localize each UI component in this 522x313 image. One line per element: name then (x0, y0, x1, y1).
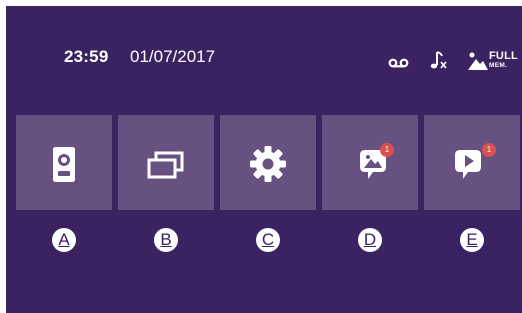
ringtone-mute-icon (429, 50, 449, 77)
tile-photo-messages[interactable]: 1 (322, 115, 418, 210)
photo-messages-badge: 1 (380, 143, 394, 157)
label-d[interactable]: D (358, 228, 382, 252)
label-e[interactable]: E (460, 228, 484, 252)
voicemail-icon (388, 56, 410, 74)
label-b[interactable]: B (154, 228, 178, 252)
status-bar: 23:59 01/07/2017 FULL MEM. (6, 46, 522, 72)
clock-date: 01/07/2017 (130, 47, 216, 66)
label-a[interactable]: A (52, 228, 76, 252)
video-messages-badge: 1 (482, 143, 496, 157)
tile-video-messages[interactable]: 1 (424, 115, 520, 210)
label-c[interactable]: C (256, 228, 280, 252)
memory-full-label: FULL (489, 50, 518, 62)
intercom-screen: 23:59 01/07/2017 FULL MEM. 1 1 A B C D E (6, 6, 522, 313)
tile-monitors[interactable] (118, 115, 214, 210)
memory-sublabel: MEM. (489, 62, 508, 69)
tile-settings[interactable] (220, 115, 316, 210)
memory-full-icon (467, 50, 489, 77)
tile-door-station[interactable] (16, 115, 112, 210)
clock-time: 23:59 (64, 47, 109, 66)
memory-full-indicator: FULL MEM. (467, 50, 522, 74)
